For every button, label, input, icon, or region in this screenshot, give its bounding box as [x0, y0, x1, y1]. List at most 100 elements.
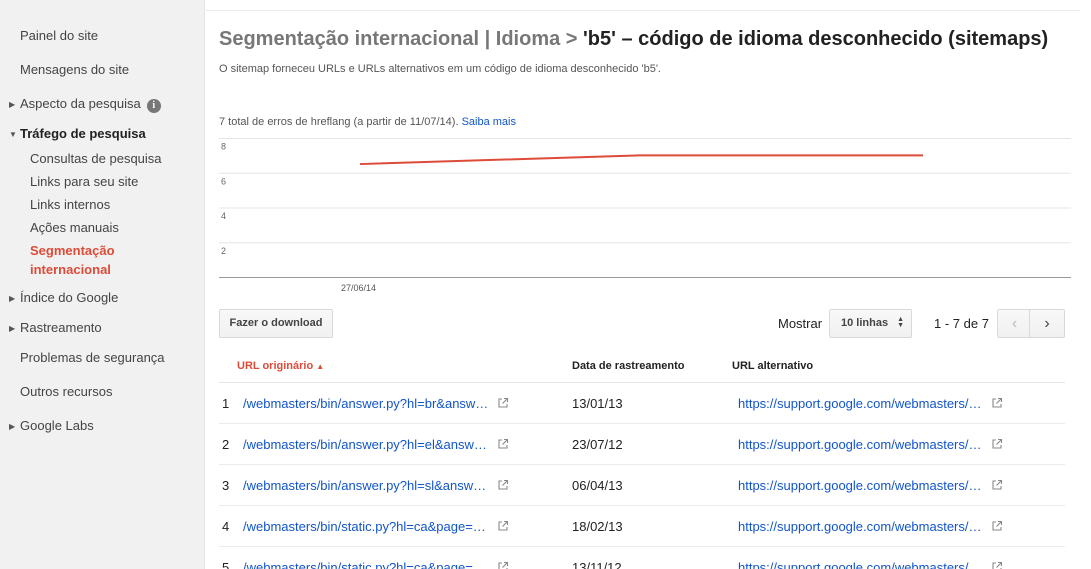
page-title: Segmentação internacional | Idioma > 'b5…	[219, 28, 1048, 51]
source-url-link[interactable]: /webmasters/bin/static.py?hl=ca&page=…	[243, 519, 486, 534]
table-row: 5 /webmasters/bin/static.py?hl=ca&page=……	[219, 547, 1065, 569]
chart-caption-text: 7 total de erros de hreflang (a partir d…	[219, 116, 462, 128]
external-link-icon[interactable]	[991, 479, 1003, 491]
row-number: 3	[222, 478, 230, 493]
y-tick-label: 8	[221, 142, 226, 152]
learn-more-link[interactable]: Saiba mais	[462, 116, 516, 128]
crawl-date: 18/02/13	[572, 519, 623, 534]
previous-page-button[interactable]: ‹	[997, 309, 1032, 338]
source-url-link[interactable]: /webmasters/bin/static.py?hl=ca&page=…	[243, 560, 486, 569]
sidebar-item-label: Mensagens do site	[20, 62, 130, 77]
row-number: 4	[222, 519, 230, 534]
errors-chart: 8 6 4 2 27/06/14	[219, 138, 1071, 293]
sidebar-item-label: Problemas de segurança	[20, 350, 165, 365]
breadcrumb: Segmentação internacional | Idioma >	[219, 28, 584, 50]
sidebar-item-segmentacao[interactable]: Segmentação internacional	[30, 241, 115, 279]
source-url-link[interactable]: /webmasters/bin/answer.py?hl=br&answ…	[243, 396, 488, 411]
table-row: 2 /webmasters/bin/answer.py?hl=el&answ… …	[219, 424, 1065, 465]
rows-per-page-value: 10 linhas	[841, 317, 889, 329]
source-url-link[interactable]: /webmasters/bin/answer.py?hl=el&answ…	[243, 437, 487, 452]
sidebar-item-label-line2: internacional	[30, 262, 111, 277]
show-label: Mostrar	[778, 316, 823, 331]
divider	[206, 10, 1080, 11]
caret-right-icon: ▶	[9, 100, 16, 109]
column-header-date[interactable]: Data de rastreamento	[572, 360, 685, 372]
sidebar-item-label: Ações manuais	[30, 220, 119, 235]
external-link-icon[interactable]	[497, 397, 509, 409]
sidebar-item-label: Painel do site	[20, 28, 99, 43]
sidebar-item-consultas[interactable]: Consultas de pesquisa	[30, 151, 162, 166]
crawl-date: 06/04/13	[572, 478, 623, 493]
crawl-date: 23/07/12	[572, 437, 623, 452]
external-link-icon[interactable]	[991, 397, 1003, 409]
sidebar-item-acoes[interactable]: Ações manuais	[30, 220, 119, 235]
alternate-url-link[interactable]: https://support.google.com/webmasters/…	[738, 478, 982, 493]
alternate-url-link[interactable]: https://support.google.com/webmasters/…	[738, 437, 982, 452]
caret-right-icon: ▶	[9, 294, 16, 303]
external-link-icon[interactable]	[497, 438, 509, 450]
row-number: 2	[222, 437, 230, 452]
sidebar-item-label: Rastreamento	[20, 320, 102, 335]
table-row: 3 /webmasters/bin/answer.py?hl=sl&answ… …	[219, 465, 1065, 506]
pagination-info: 1 - 7 de 7	[934, 316, 989, 331]
table-row: 1 /webmasters/bin/answer.py?hl=br&answ… …	[219, 383, 1065, 424]
page-title-text: 'b5' – código de idioma desconhecido (si…	[583, 28, 1049, 50]
page-description: O sitemap forneceu URLs e URLs alternati…	[219, 63, 661, 75]
sidebar-item-links-site[interactable]: Links para seu site	[30, 174, 138, 189]
sidebar-item-rastreamento[interactable]: ▶ Rastreamento	[9, 320, 102, 335]
crawl-date: 13/11/12	[572, 560, 622, 569]
caret-right-icon: ▶	[9, 422, 16, 431]
sidebar-item-mensagens[interactable]: Mensagens do site	[20, 62, 129, 77]
alternate-url-link[interactable]: https://support.google.com/webmasters/…	[738, 396, 982, 411]
sidebar-item-label: Aspecto da pesquisa	[20, 96, 141, 111]
row-number: 5	[222, 560, 230, 569]
rows-per-page-select[interactable]: 10 linhas ▲ ▼	[829, 309, 912, 338]
chart-caption: 7 total de erros de hreflang (a partir d…	[219, 116, 516, 128]
up-down-caret-icon: ▲ ▼	[897, 316, 904, 329]
column-header-label: URL originário	[237, 360, 314, 372]
sidebar-item-label: Segmentação	[30, 243, 115, 258]
column-header-url[interactable]: URL originário ▲	[237, 360, 324, 372]
y-tick-label: 2	[221, 246, 226, 256]
sidebar-item-painel[interactable]: Painel do site	[20, 28, 98, 43]
sidebar-item-trafego[interactable]: ▼ Tráfego de pesquisa	[9, 126, 146, 141]
external-link-icon[interactable]	[497, 520, 509, 532]
source-url-link[interactable]: /webmasters/bin/answer.py?hl=sl&answ…	[243, 478, 486, 493]
sidebar-item-outros[interactable]: Outros recursos	[20, 384, 112, 399]
sidebar-item-label: Tráfego de pesquisa	[20, 126, 146, 141]
sidebar-item-links-internos[interactable]: Links internos	[30, 197, 110, 212]
row-number: 1	[222, 396, 230, 411]
sidebar-item-labs[interactable]: ▶ Google Labs	[9, 418, 94, 433]
sidebar-item-aspecto[interactable]: ▶ Aspecto da pesquisa i	[9, 96, 161, 113]
crawl-date: 13/01/13	[572, 396, 623, 411]
sidebar: Painel do site Mensagens do site ▶ Aspect…	[0, 0, 205, 569]
download-button[interactable]: Fazer o download	[219, 309, 333, 338]
column-header-alt-url[interactable]: URL alternativo	[732, 360, 813, 372]
main-content: Segmentação internacional | Idioma > 'b5…	[206, 0, 1091, 569]
external-link-icon[interactable]	[497, 561, 509, 569]
sidebar-item-seguranca[interactable]: Problemas de segurança	[20, 350, 165, 365]
caret-right-icon: ▶	[9, 324, 16, 333]
series-line	[359, 154, 923, 166]
sidebar-item-label: Links para seu site	[30, 174, 139, 189]
external-link-icon[interactable]	[991, 561, 1003, 569]
external-link-icon[interactable]	[991, 520, 1003, 532]
caret-down-icon: ▼	[9, 130, 17, 139]
x-tick-label: 27/06/14	[341, 283, 376, 293]
info-icon[interactable]: i	[146, 99, 161, 113]
sidebar-item-label: Consultas de pesquisa	[30, 151, 162, 166]
sort-asc-icon: ▲	[316, 362, 325, 371]
next-page-button[interactable]: ›	[1029, 309, 1065, 338]
alternate-url-link[interactable]: https://support.google.com/webmasters/…	[738, 560, 982, 569]
table-row: 4 /webmasters/bin/static.py?hl=ca&page=……	[219, 506, 1065, 547]
sidebar-item-label: Google Labs	[20, 418, 94, 433]
y-tick-label: 6	[221, 176, 226, 186]
sidebar-item-label: Links internos	[30, 197, 111, 212]
y-tick-label: 4	[221, 211, 226, 221]
external-link-icon[interactable]	[991, 438, 1003, 450]
sidebar-item-indice[interactable]: ▶ Índice do Google	[9, 290, 118, 305]
alternate-url-link[interactable]: https://support.google.com/webmasters/…	[738, 519, 982, 534]
sidebar-item-label: Outros recursos	[20, 384, 113, 399]
sidebar-item-label: Índice do Google	[20, 290, 119, 305]
external-link-icon[interactable]	[497, 479, 509, 491]
